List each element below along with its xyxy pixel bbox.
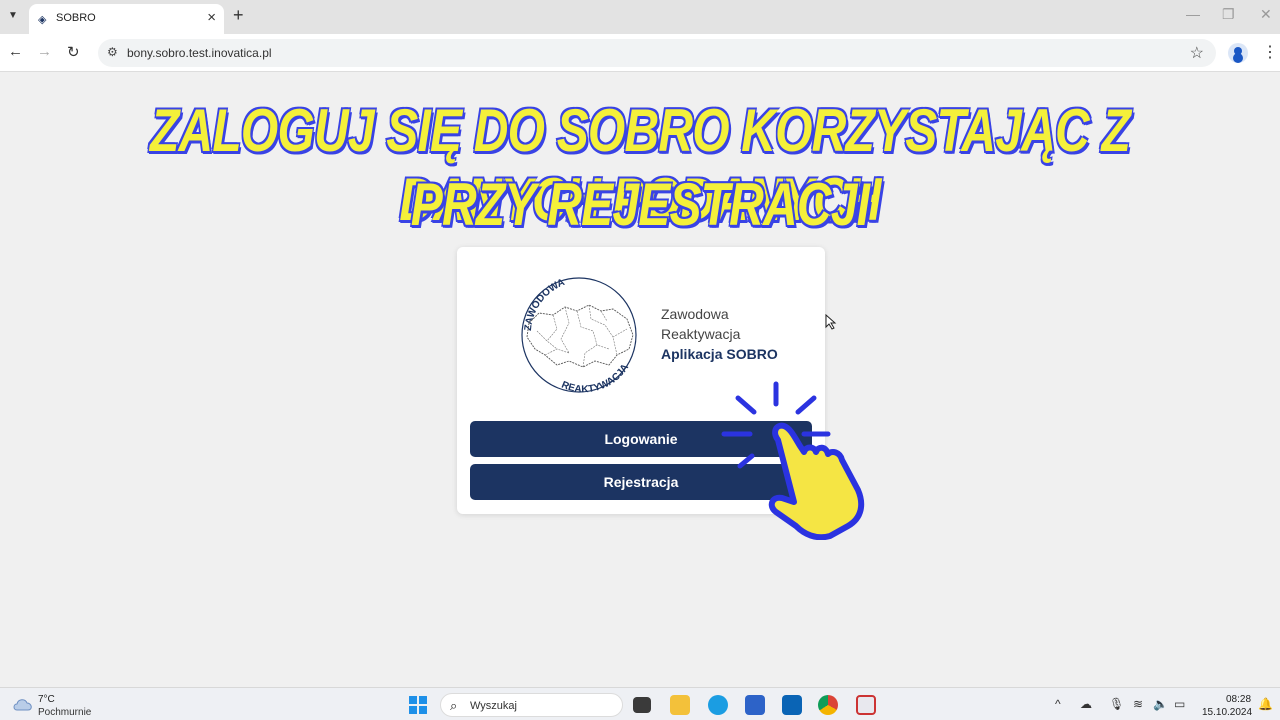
brand-app-name: Aplikacja SOBRO <box>661 346 778 362</box>
browser-tab-bar: ▼ ◈ SOBRO × + — ❐ ✕ <box>0 0 1280 34</box>
logo-bottom-text: REAKTYWACJA <box>560 362 631 395</box>
cloud-weather-icon[interactable] <box>12 696 34 712</box>
back-icon[interactable]: ← <box>8 43 23 60</box>
brand-text: Zawodowa Reaktywacja Aplikacja SOBRO <box>661 304 778 364</box>
search-icon: ⌕ <box>450 698 458 713</box>
battery-icon[interactable]: ▭ <box>1174 697 1185 711</box>
tab-title: SOBRO <box>56 12 96 24</box>
brand-line-2: Reaktywacja <box>661 326 741 342</box>
svg-text:ZAWODOWA: ZAWODOWA <box>523 277 567 331</box>
microsoft-store-icon[interactable] <box>745 695 765 715</box>
microphone-icon[interactable]: 🎙 <box>1109 697 1124 711</box>
reload-icon[interactable]: ↻ <box>67 43 80 61</box>
taskbar-search[interactable]: ⌕ Wyszukaj <box>440 693 623 717</box>
restore-icon[interactable]: ❐ <box>1222 6 1235 23</box>
menu-kebab-icon[interactable]: ⋮ <box>1262 42 1278 62</box>
windows-taskbar: 7°C Pochmurnie ⌕ Wyszukaj ^ ☁ 🎙 ≋ 🔈 ▭ 08… <box>0 687 1280 720</box>
bookmark-star-icon[interactable]: ☆ <box>1190 43 1204 63</box>
weather-description[interactable]: Pochmurnie <box>38 707 91 718</box>
chrome-icon[interactable] <box>818 695 838 715</box>
task-view-icon[interactable] <box>633 697 651 713</box>
browser-tab[interactable]: ◈ SOBRO × <box>29 4 224 34</box>
file-explorer-icon[interactable] <box>670 695 690 715</box>
sobro-favicon-icon: ◈ <box>38 14 47 26</box>
notification-icon[interactable]: 🔔 <box>1258 697 1273 711</box>
clock-time[interactable]: 08:28 <box>1226 694 1251 705</box>
profile-avatar-icon[interactable] <box>1228 43 1248 63</box>
zawodowa-reaktywacja-logo: ZAWODOWA REAKTYWACJA <box>521 277 637 395</box>
logo-top-text: ZAWODOWA <box>523 277 567 331</box>
wifi-icon[interactable]: ≋ <box>1133 697 1143 711</box>
url-text[interactable]: bony.sobro.test.inovatica.pl <box>127 46 272 60</box>
windows-start-icon[interactable] <box>408 695 428 715</box>
tab-search-chevron-icon[interactable]: ▼ <box>4 7 22 25</box>
address-bar[interactable]: ⚙ bony.sobro.test.inovatica.pl ☆ <box>98 39 1216 67</box>
brand-line-1: Zawodowa <box>661 306 729 322</box>
pointing-hand-icon <box>721 381 865 540</box>
forward-icon[interactable]: → <box>37 43 52 60</box>
close-window-icon[interactable]: ✕ <box>1260 6 1272 23</box>
mouse-cursor-icon <box>825 314 837 330</box>
weather-temperature[interactable]: 7°C <box>38 694 55 705</box>
edge-browser-icon[interactable] <box>708 695 728 715</box>
taskbar-search-label: Wyszukaj <box>470 700 517 712</box>
volume-icon[interactable]: 🔈 <box>1153 697 1168 711</box>
site-info-icon[interactable]: ⚙ <box>107 45 118 59</box>
headline-line-2: PRZY REJESTRACJI <box>410 171 870 238</box>
svg-text:REAKTYWACJA: REAKTYWACJA <box>560 362 631 395</box>
outlook-icon[interactable] <box>782 695 802 715</box>
minimize-icon[interactable]: — <box>1186 6 1200 22</box>
tray-chevron-icon[interactable]: ^ <box>1055 697 1061 711</box>
onedrive-icon[interactable]: ☁ <box>1080 697 1092 711</box>
snipping-tool-icon[interactable] <box>856 695 876 715</box>
new-tab-icon[interactable]: + <box>233 5 244 26</box>
close-tab-icon[interactable]: × <box>207 9 216 26</box>
browser-toolbar: ← → ↻ ⚙ bony.sobro.test.inovatica.pl ☆ ⋮ <box>0 34 1280 72</box>
clock-date[interactable]: 15.10.2024 <box>1202 707 1252 718</box>
